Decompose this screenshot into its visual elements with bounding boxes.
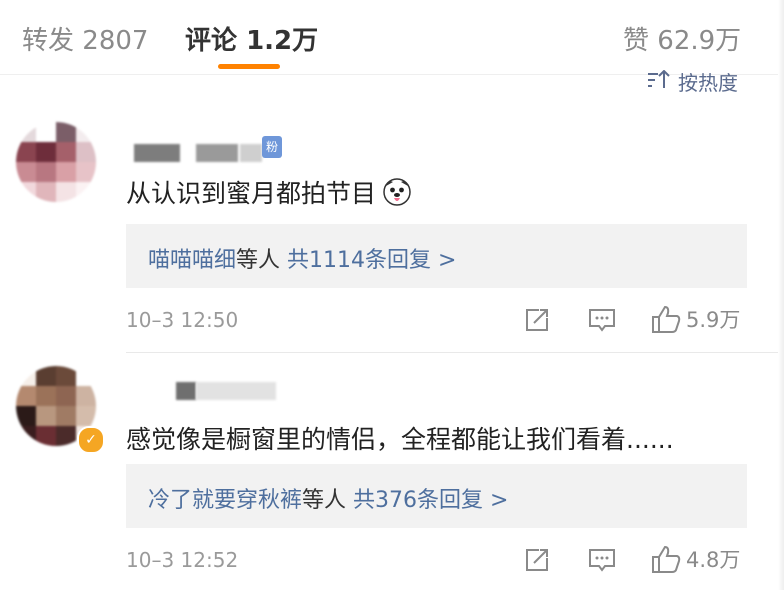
tab-likes-count: 62.9万 [657,26,742,56]
reply-preview[interactable]: 喵喵喵细等人 共1114条回复 > [126,224,747,288]
fan-badge: 粉 [262,136,283,158]
reply-count-link[interactable]: 共376条回复 > [353,488,508,513]
verified-badge-icon: ✓ [77,426,105,454]
comment-divider [126,352,784,353]
repost-icon [526,549,548,571]
repost-button[interactable] [523,546,551,574]
repost-icon [526,309,548,331]
username-part [240,144,262,162]
tab-likes[interactable]: 赞 62.9万 [623,20,741,57]
reply-names[interactable]: 喵喵喵细 [148,248,236,273]
comment-text: 从认识到蜜月都拍节目 [126,179,377,208]
active-tab-indicator [218,64,280,69]
tab-comments-label: 评论 [185,26,238,56]
sort-label: 按热度 [678,71,738,95]
tab-comments-count: 1.2万 [246,26,319,56]
username[interactable] [176,382,196,400]
comment-icon [589,309,615,332]
repost-button[interactable] [523,306,551,334]
thumbs-up-icon [652,305,681,333]
sort-icon [646,70,670,95]
username[interactable] [134,144,180,162]
comment-time: 10–3 12:52 [126,548,239,572]
reply-count-link[interactable]: 共1114条回复 > [287,248,456,273]
tab-likes-label: 赞 [623,26,650,56]
tab-reposts-label: 转发 [22,26,75,56]
like-button[interactable]: 4.8万 [650,544,740,574]
comment-text: 感觉像是橱窗里的情侣，全程都能让我们看着...... [126,425,674,454]
username-part [196,144,238,162]
reply-names[interactable]: 冷了就要穿秋裤 [148,488,302,513]
scroll-edge [778,0,784,590]
tab-reposts[interactable]: 转发 2807 [22,20,148,57]
username-part [196,382,276,400]
reply-preview[interactable]: 冷了就要穿秋裤等人 共376条回复 > [126,464,747,528]
comment-tabs: 转发 2807 评论 1.2万 赞 62.9万 [0,0,784,76]
dog-emoji-icon [382,177,412,207]
tab-comments[interactable]: 评论 1.2万 [185,20,318,57]
comment-icon [589,549,615,572]
sort-by-hot-button[interactable]: 按热度 [646,70,738,96]
reply-button[interactable] [587,546,617,574]
reply-etc: 等人 [302,488,347,513]
like-button[interactable]: 5.9万 [650,304,740,334]
like-count: 5.9万 [686,308,741,332]
reply-button[interactable] [587,306,617,334]
comment-text-row: 从认识到蜜月都拍节目 [126,174,412,210]
comment-time: 10–3 12:50 [126,308,239,332]
tab-reposts-count: 2807 [82,26,149,56]
comment-text-row: 感觉像是橱窗里的情侣，全程都能让我们看着...... [126,420,674,456]
like-count: 4.8万 [686,548,741,572]
thumbs-up-icon [652,545,681,573]
avatar[interactable] [16,122,96,202]
reply-etc: 等人 [236,248,281,273]
